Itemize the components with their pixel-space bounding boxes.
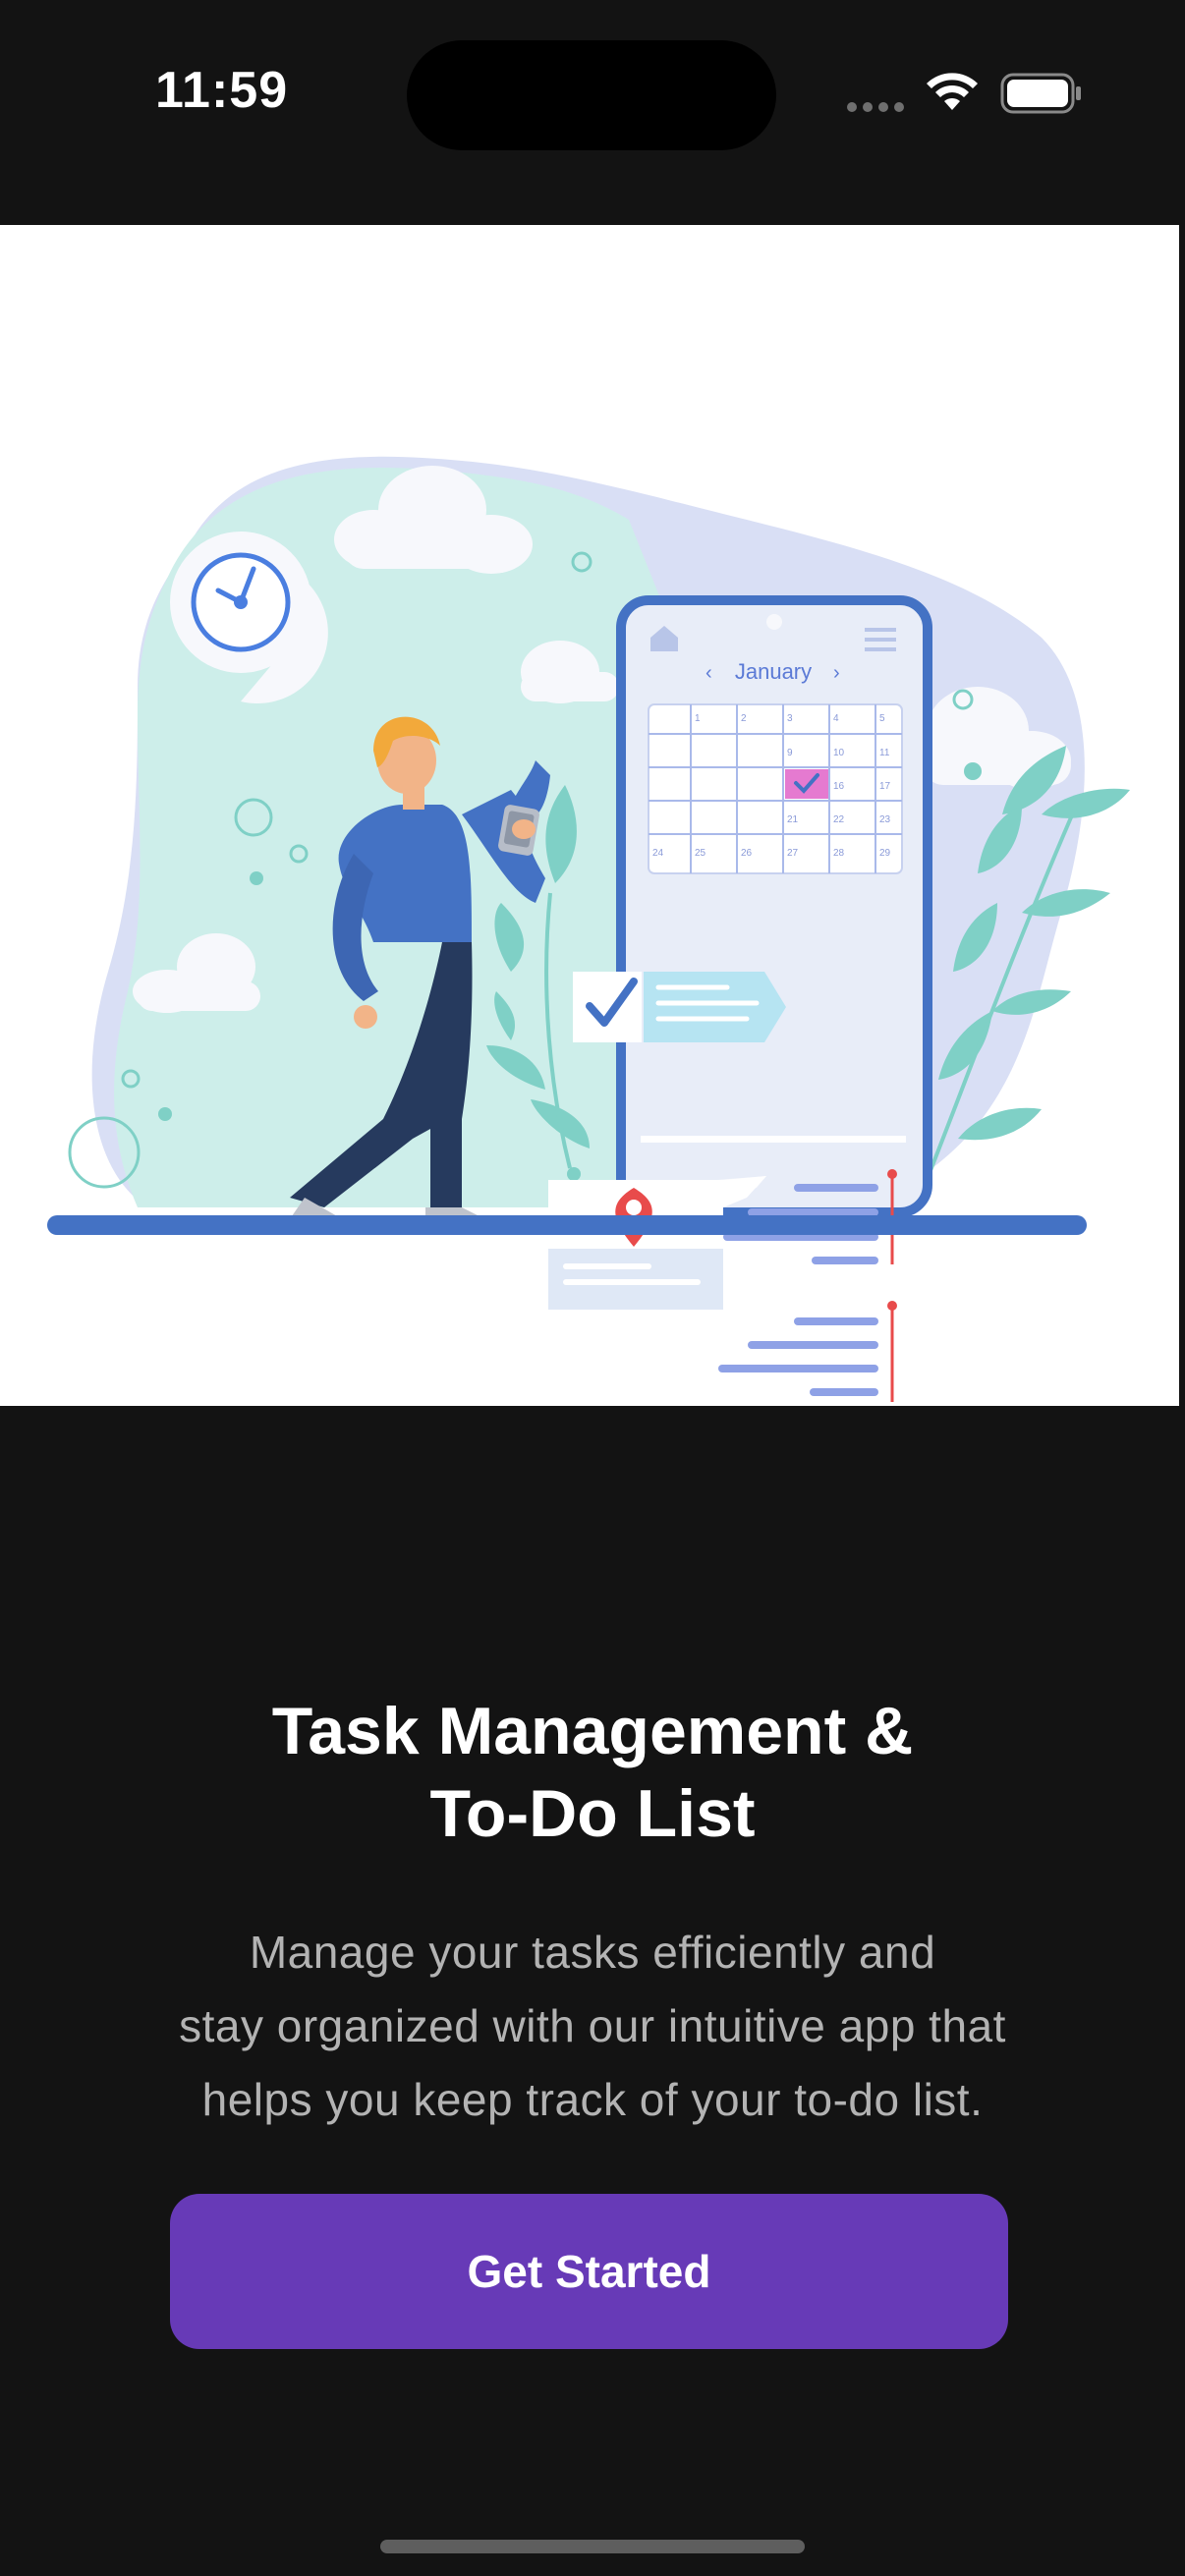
status-time: 11:59 [155, 62, 289, 119]
description-line-1: Manage your tasks efficiently and [249, 1927, 936, 1978]
svg-text:23: 23 [879, 814, 891, 825]
svg-text:16: 16 [833, 781, 845, 792]
task-management-illustration: January ‹ › 12345 9 10 11 16 17 21 22 23 24 25… [47, 456, 1130, 1402]
onboarding-description: Manage your tasks efficiently and stay o… [108, 1916, 1077, 2137]
wifi-icon [927, 73, 978, 110]
svg-text:21: 21 [787, 814, 799, 825]
svg-text:‹: ‹ [705, 662, 712, 684]
get-started-button[interactable]: Get Started [170, 2194, 1008, 2349]
svg-text:24: 24 [652, 848, 664, 859]
svg-text:4: 4 [833, 713, 839, 724]
svg-text:9: 9 [787, 748, 793, 758]
home-indicator[interactable] [380, 2540, 805, 2553]
svg-text:22: 22 [833, 814, 845, 825]
cellular-signal-icon [847, 102, 904, 112]
description-line-3: helps you keep track of your to-do list. [201, 2074, 984, 2125]
hero-illustration: January ‹ › 12345 9 10 11 16 17 21 22 23 24 25… [0, 225, 1179, 1406]
calendar-month-label: January [735, 659, 812, 684]
title-line-1: Task Management & [271, 1694, 914, 1768]
svg-text:2: 2 [741, 713, 747, 724]
svg-text:26: 26 [741, 848, 753, 859]
svg-text:1: 1 [695, 713, 701, 724]
svg-text:27: 27 [787, 848, 799, 859]
svg-text:11: 11 [879, 748, 890, 758]
svg-text:29: 29 [879, 848, 891, 859]
status-bar: 11:59 [0, 0, 1185, 187]
description-line-2: stay organized with our intuitive app th… [179, 2000, 1006, 2051]
svg-text:28: 28 [833, 848, 845, 859]
svg-text:›: › [833, 662, 840, 684]
battery-icon [1000, 73, 1081, 114]
svg-text:10: 10 [833, 748, 845, 758]
svg-text:3: 3 [787, 713, 793, 724]
svg-text:25: 25 [695, 848, 706, 859]
page-title: Task Management & To-Do List [0, 1690, 1185, 1855]
svg-text:17: 17 [879, 781, 891, 792]
title-line-2: To-Do List [429, 1776, 756, 1851]
svg-text:5: 5 [879, 713, 885, 724]
dynamic-island [407, 40, 776, 150]
